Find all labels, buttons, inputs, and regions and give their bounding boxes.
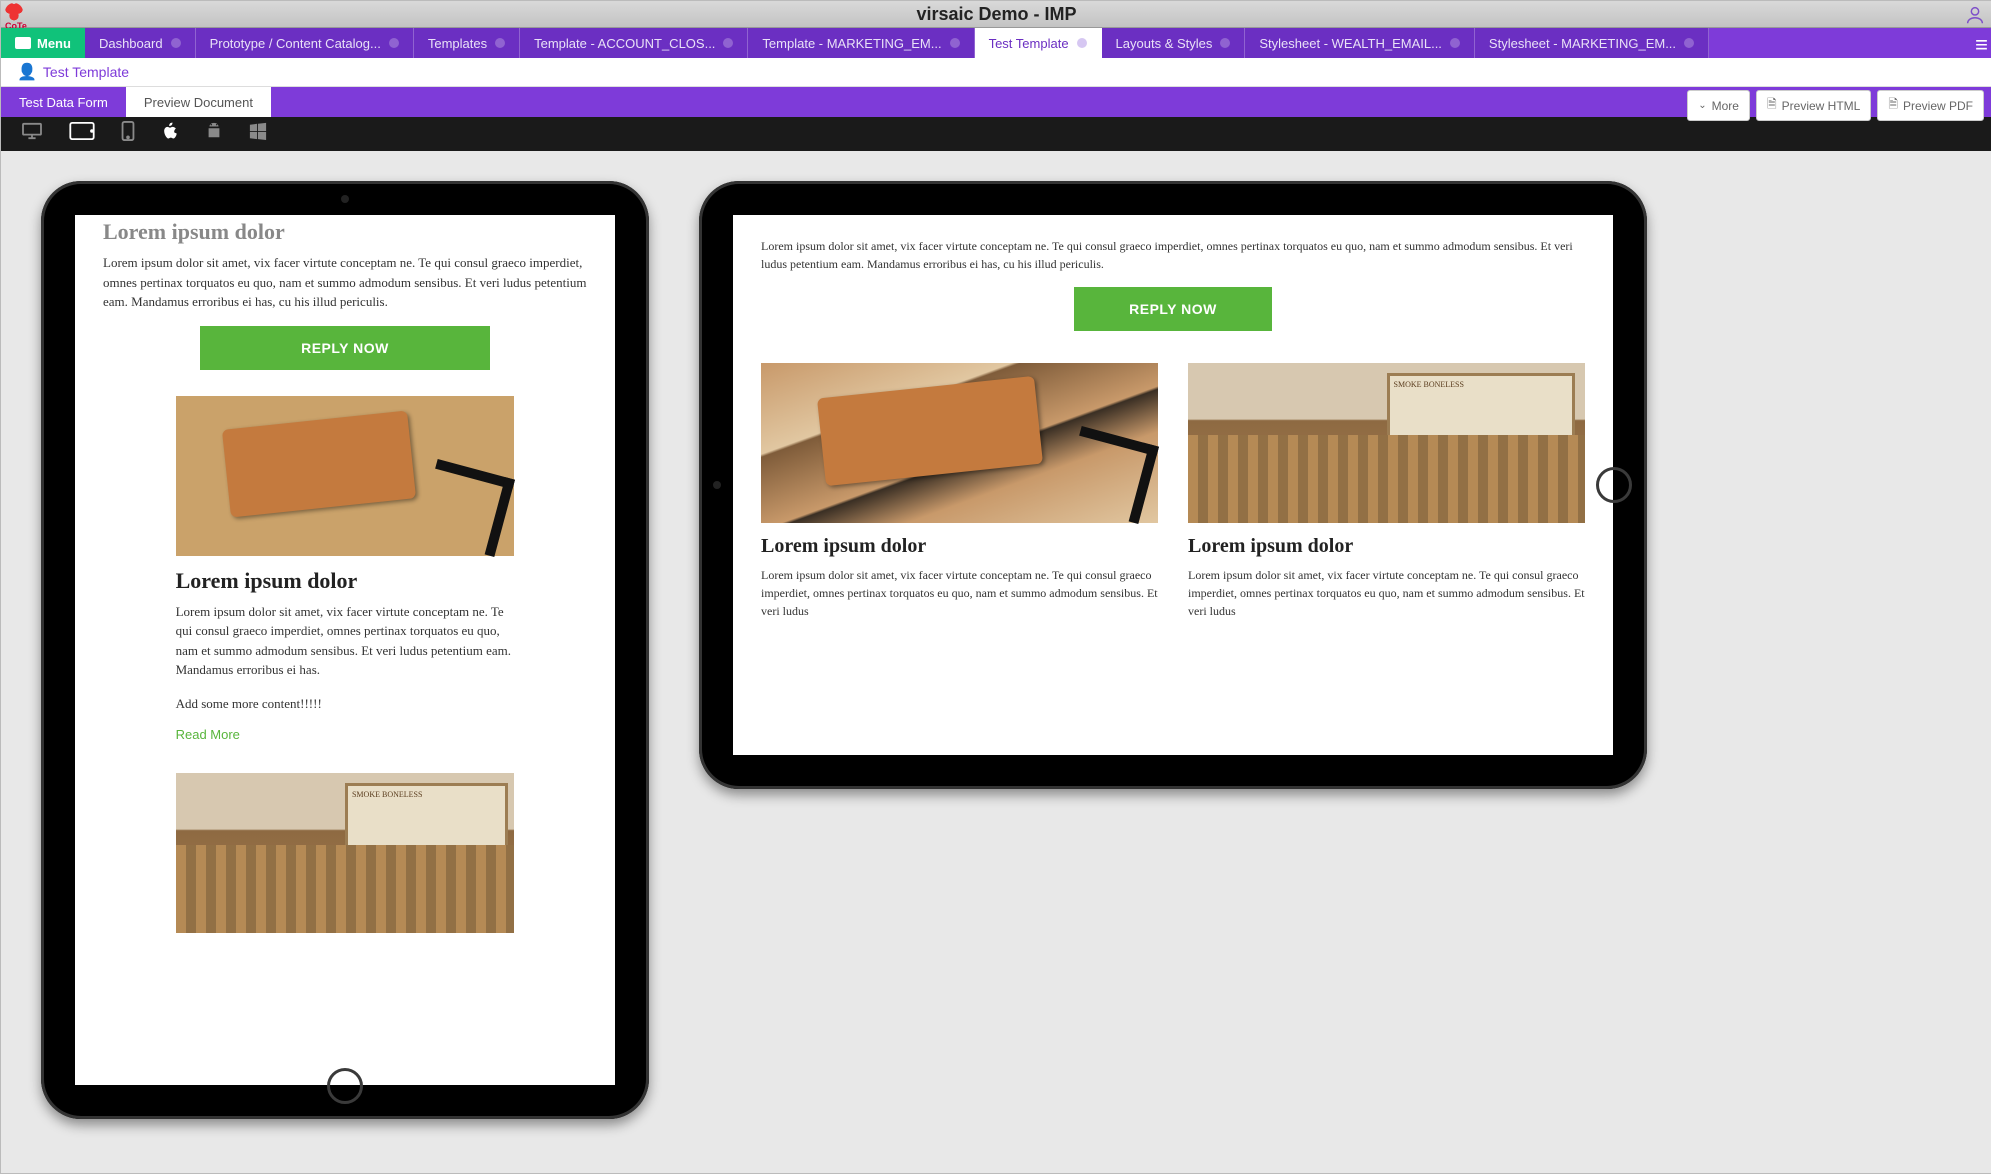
card-image-notebook: [761, 363, 1158, 523]
app-logo: CoTe: [5, 3, 27, 31]
device-apple-icon[interactable]: [161, 121, 179, 147]
preview-canvas: Lorem ipsum dolor Lorem ipsum dolor sit …: [1, 151, 1991, 1173]
tab-close-icon[interactable]: [1220, 38, 1230, 48]
device-home-button: [1596, 467, 1632, 503]
email-intro: Lorem ipsum dolor sit amet, vix facer vi…: [761, 237, 1585, 273]
sub-tab-0[interactable]: Test Data Form: [1, 87, 126, 117]
device-preview-landscape: Lorem ipsum dolor sit amet, vix facer vi…: [699, 181, 1647, 789]
tab-close-icon[interactable]: [495, 38, 505, 48]
tab-close-icon[interactable]: [950, 38, 960, 48]
device-desktop-icon[interactable]: [21, 122, 43, 146]
device-camera: [341, 195, 349, 203]
main-tab-3[interactable]: Template - ACCOUNT_CLOS...: [520, 28, 748, 58]
card-extra: Add some more content!!!!!: [176, 694, 515, 714]
folder-icon: [15, 37, 31, 49]
document-icon: 🗎: [1767, 95, 1777, 116]
document-icon: 🗎: [1888, 95, 1898, 116]
email-col-1: Lorem ipsum dolor Lorem ipsum dolor sit …: [761, 363, 1158, 634]
email-heading: Lorem ipsum dolor: [103, 219, 587, 245]
card-image-tools: SMOKE BONELESS: [1188, 363, 1585, 523]
device-windows-icon[interactable]: [249, 122, 267, 146]
email-col-2: SMOKE BONELESS Lorem ipsum dolor Lorem i…: [1188, 363, 1585, 634]
main-tab-6[interactable]: Layouts & Styles: [1102, 28, 1246, 58]
preview-screen-portrait[interactable]: Lorem ipsum dolor Lorem ipsum dolor sit …: [75, 215, 615, 1085]
menu-button[interactable]: Menu: [1, 28, 85, 58]
preview-screen-landscape[interactable]: Lorem ipsum dolor sit amet, vix facer vi…: [733, 215, 1613, 755]
card-body: Lorem ipsum dolor sit amet, vix facer vi…: [761, 566, 1158, 620]
breadcrumb: 👤 Test Template: [1, 58, 1991, 87]
preview-html-button[interactable]: 🗎Preview HTML: [1756, 90, 1871, 121]
preview-pdf-button[interactable]: 🗎Preview PDF: [1877, 90, 1984, 121]
tab-close-icon[interactable]: [723, 38, 733, 48]
card-image-tools: SMOKE BONELESS: [176, 773, 515, 933]
sub-tab-1[interactable]: Preview Document: [126, 87, 271, 117]
device-toolbar: [1, 117, 1991, 151]
main-tab-4[interactable]: Template - MARKETING_EM...: [748, 28, 974, 58]
device-android-icon[interactable]: [205, 121, 223, 147]
device-home-button: [327, 1068, 363, 1104]
tab-close-icon[interactable]: [171, 38, 181, 48]
tab-close-icon[interactable]: [1077, 38, 1087, 48]
device-tablet-icon[interactable]: [69, 122, 95, 146]
breadcrumb-icon: 👤: [17, 62, 37, 82]
device-phone-icon[interactable]: [121, 121, 135, 147]
main-tab-0[interactable]: Dashboard: [85, 28, 196, 58]
tab-close-icon[interactable]: [389, 38, 399, 48]
email-card-1: Lorem ipsum dolor Lorem ipsum dolor sit …: [176, 396, 515, 744]
email-card-2: SMOKE BONELESS: [176, 773, 515, 933]
chevron-down-icon: ⌄: [1698, 100, 1706, 111]
email-intro: Lorem ipsum dolor sit amet, vix facer vi…: [103, 253, 587, 312]
device-preview-portrait: Lorem ipsum dolor Lorem ipsum dolor sit …: [41, 181, 649, 1119]
tab-close-icon[interactable]: [1684, 38, 1694, 48]
card-body: Lorem ipsum dolor sit amet, vix facer vi…: [1188, 566, 1585, 620]
device-camera: [713, 481, 721, 489]
card-title: Lorem ipsum dolor: [176, 568, 515, 594]
window-titlebar: CoTe virsaic Demo - IMP: [1, 1, 1991, 28]
hamburger-icon[interactable]: ≡: [1975, 32, 1988, 58]
more-button[interactable]: ⌄More: [1687, 90, 1750, 121]
window-title: virsaic Demo - IMP: [916, 4, 1076, 25]
main-tab-5[interactable]: Test Template: [975, 28, 1102, 58]
read-more-link[interactable]: Read More: [176, 727, 240, 742]
main-tab-1[interactable]: Prototype / Content Catalog...: [196, 28, 414, 58]
sub-nav: Test Data FormPreview Document ⌄More 🗎Pr…: [1, 87, 1991, 117]
tab-close-icon[interactable]: [1450, 38, 1460, 48]
breadcrumb-label[interactable]: Test Template: [43, 64, 129, 80]
card-body: Lorem ipsum dolor sit amet, vix facer vi…: [176, 602, 515, 680]
card-title: Lorem ipsum dolor: [1188, 535, 1585, 558]
card-title: Lorem ipsum dolor: [761, 535, 1158, 558]
card-image-notebook: [176, 396, 515, 556]
main-tab-2[interactable]: Templates: [414, 28, 520, 58]
main-tab-7[interactable]: Stylesheet - WEALTH_EMAIL...: [1245, 28, 1475, 58]
reply-now-button[interactable]: REPLY NOW: [1074, 287, 1272, 331]
reply-now-button[interactable]: REPLY NOW: [200, 326, 490, 370]
main-tab-8[interactable]: Stylesheet - MARKETING_EM...: [1475, 28, 1709, 58]
main-menubar: Menu DashboardPrototype / Content Catalo…: [1, 28, 1991, 58]
